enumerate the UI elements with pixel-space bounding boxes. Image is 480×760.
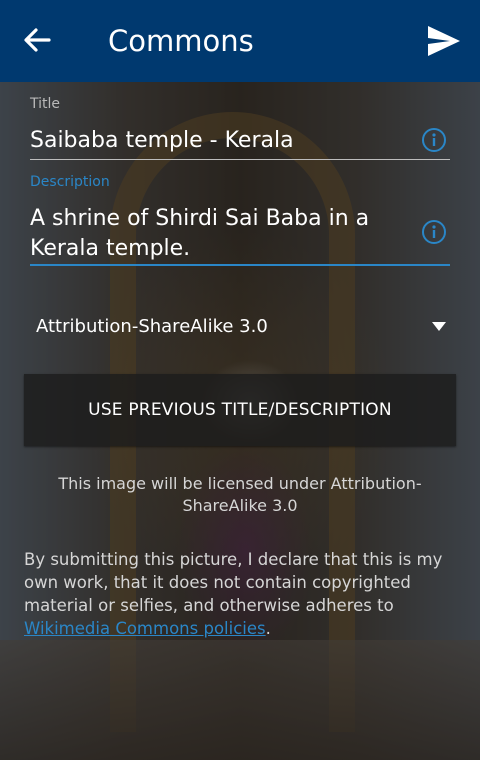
dropdown-arrow-icon [432, 322, 446, 331]
title-input[interactable]: Saibaba temple - Kerala [30, 126, 410, 156]
send-icon [428, 26, 460, 56]
title-label: Title [30, 96, 61, 112]
title-info-button[interactable] [421, 127, 447, 153]
title-underline [30, 159, 450, 160]
declaration-end: . [265, 619, 271, 638]
license-selected-value: Attribution-ShareAlike 3.0 [36, 316, 268, 337]
use-previous-button[interactable]: USE PREVIOUS TITLE/DESCRIPTION [24, 374, 456, 446]
declaration-body: By submitting this picture, I declare th… [24, 550, 443, 615]
description-label: Description [30, 174, 110, 190]
info-icon [422, 220, 446, 244]
description-input[interactable]: A shrine of Shirdi Sai Baba in a Kerala … [30, 204, 410, 264]
arrow-left-icon [24, 28, 51, 52]
send-button[interactable] [426, 24, 462, 58]
commons-policies-link[interactable]: Wikimedia Commons policies [24, 619, 266, 638]
app-title: Commons [108, 24, 254, 58]
description-underline [30, 264, 450, 266]
license-note: This image will be licensed under Attrib… [58, 474, 422, 515]
info-icon [422, 128, 446, 152]
declaration-text: By submitting this picture, I declare th… [24, 548, 460, 640]
license-dropdown[interactable]: Attribution-ShareAlike 3.0 [24, 306, 456, 346]
app-bar: Commons [0, 0, 480, 82]
back-button[interactable] [22, 25, 52, 55]
description-info-button[interactable] [421, 219, 447, 245]
